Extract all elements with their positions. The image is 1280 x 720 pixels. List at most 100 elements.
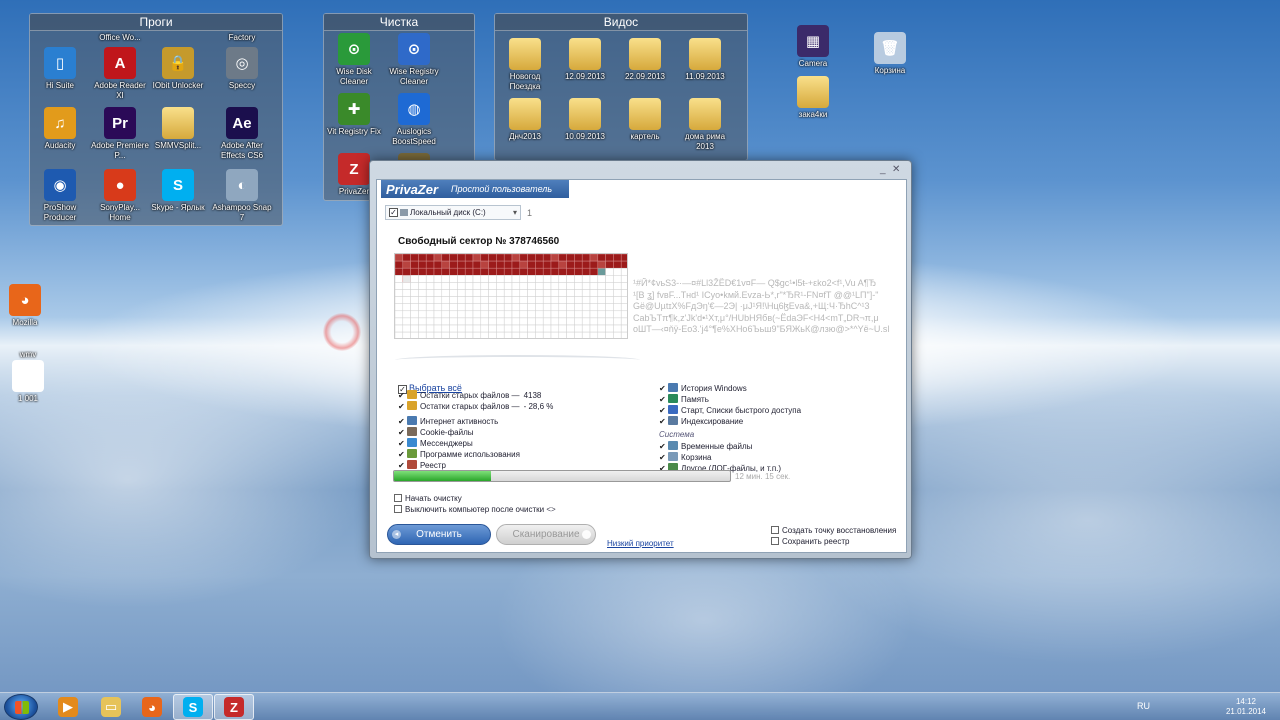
- scan-label: Сканирование: [512, 529, 580, 540]
- desktop-shortcut[interactable]: ◕ Mozilla: [0, 284, 55, 328]
- scan-button[interactable]: Сканирование: [496, 524, 596, 545]
- start-button[interactable]: [4, 694, 38, 720]
- desktop-shortcut[interactable]: wmv ▤ 1 001: [0, 350, 58, 403]
- user-mode-tab[interactable]: Простой пользователь: [451, 184, 552, 194]
- sector-cell: [558, 260, 567, 269]
- sector-cell: [472, 331, 482, 338]
- checkbox-box[interactable]: [771, 526, 779, 534]
- desktop-shortcut[interactable]: 22.09.2013: [615, 38, 675, 82]
- desktop-shortcut[interactable]: ✚ Vit Registry Fix: [324, 93, 384, 137]
- checkbox-box[interactable]: [771, 537, 779, 545]
- desktop-shortcut[interactable]: ● SonyPlay... Home: [90, 169, 150, 222]
- taskbar-explorer[interactable]: ▭: [91, 694, 131, 720]
- chevron-down-icon[interactable]: ▾: [513, 206, 517, 219]
- desktop-shortcut[interactable]: ⊙ Wise Registry Cleaner: [384, 33, 444, 86]
- desktop-shortcut[interactable]: зака4ки: [783, 76, 843, 120]
- taskbar: ▶ ▭ ◕ S Z RU 14:12 21.01.2014: [0, 692, 1280, 720]
- drive-checkbox[interactable]: ✓: [389, 208, 398, 217]
- sector-cell: [519, 324, 528, 333]
- desktop-shortcut[interactable]: ◍ Auslogics BoostSpeed: [384, 93, 444, 146]
- taskbar-media-player[interactable]: ▶: [48, 694, 88, 720]
- clean-option[interactable]: ✔ Память: [659, 394, 709, 405]
- desktop-shortcut[interactable]: ◐ Ashampoo Snap 7: [212, 169, 272, 222]
- check-icon[interactable]: ✔: [398, 416, 407, 427]
- clean-option[interactable]: ✔ Интернет активность: [398, 416, 498, 427]
- check-icon[interactable]: ✔: [398, 438, 407, 449]
- check-icon[interactable]: ✔: [398, 390, 407, 401]
- close-icon[interactable]: ✕: [892, 164, 900, 175]
- desktop-shortcut[interactable]: Ae Adobe After Effects CS6: [212, 107, 272, 160]
- desktop-shortcut[interactable]: Новогод Поездка: [495, 38, 555, 91]
- sector-cell: [542, 254, 552, 262]
- clean-option[interactable]: ✔ Временные файлы: [659, 441, 752, 452]
- drive-select[interactable]: ✓ Локальный диск (C:) ▾: [385, 205, 521, 220]
- desktop-shortcut[interactable]: ▦ Camera: [783, 25, 843, 69]
- shutdown-checkbox[interactable]: Выключить компьютер после очистки <>: [394, 505, 556, 514]
- check-icon[interactable]: ✔: [659, 405, 668, 416]
- start-clean-checkbox[interactable]: Начать очистку: [394, 494, 462, 503]
- desktop-shortcut[interactable]: 🔒 IObit Unlocker: [148, 47, 208, 91]
- desktop-shortcut[interactable]: ◎ Speccy: [212, 47, 272, 91]
- desktop-shortcut[interactable]: Pr Adobe Premiere P...: [90, 107, 150, 160]
- sector-cell: [488, 324, 497, 333]
- sector-cell: [480, 275, 489, 283]
- clean-option[interactable]: ✔ Старт, Списки быстрого доступа: [659, 405, 801, 416]
- sector-cell: [542, 296, 552, 304]
- desktop-shortcut[interactable]: ⊙ Wise Disk Cleaner: [324, 33, 384, 86]
- check-icon[interactable]: ✔: [398, 427, 407, 438]
- desktop-shortcut[interactable]: дома рима 2013: [675, 98, 735, 151]
- desktop-shortcut[interactable]: 🗑 Корзина: [860, 32, 920, 76]
- desktop-shortcut[interactable]: 11.09.2013: [675, 38, 735, 82]
- sector-cell: [550, 317, 560, 326]
- save-registry-checkbox[interactable]: Сохранить реестр: [771, 537, 849, 546]
- desktop-shortcut[interactable]: картель: [615, 98, 675, 142]
- desktop-shortcut[interactable]: 12.09.2013: [555, 38, 615, 82]
- desktop-shortcut[interactable]: ▯ Hi Suite: [30, 47, 90, 91]
- check-icon[interactable]: ✔: [659, 452, 668, 463]
- desktop-shortcut[interactable]: S Skype - Ярлык: [148, 169, 208, 213]
- clean-option[interactable]: ✔ Остатки старых файлов — - 28,6 %: [398, 401, 553, 412]
- taskbar-firefox[interactable]: ◕: [132, 694, 172, 720]
- desktop-shortcut[interactable]: SMMVSplit...: [148, 107, 208, 151]
- check-icon[interactable]: ✔: [659, 383, 668, 394]
- check-icon[interactable]: ✔: [659, 416, 668, 427]
- taskbar-skype[interactable]: S: [173, 694, 213, 720]
- checkbox-box[interactable]: [394, 505, 402, 513]
- category-icon: [407, 390, 417, 399]
- sector-map: [394, 253, 628, 339]
- sector-cell: [558, 303, 567, 312]
- clean-option[interactable]: ✔ Мессенджеры: [398, 438, 473, 449]
- sector-cell: [433, 282, 443, 290]
- check-icon[interactable]: ✔: [398, 401, 407, 412]
- sector-cell: [457, 275, 466, 283]
- restore-point-checkbox[interactable]: Создать точку восстановления: [771, 526, 896, 535]
- privazer-window[interactable]: _ ✕ PrivaZer Простой пользователь ✓ Лока…: [369, 160, 912, 559]
- sector-cell: [472, 324, 482, 333]
- clean-option[interactable]: ✔ Корзина: [659, 452, 711, 463]
- clean-option[interactable]: ✔ История Windows: [659, 383, 747, 394]
- clean-option[interactable]: ✔ Программе использования: [398, 449, 520, 460]
- clean-option[interactable]: ✔ Остатки старых файлов —4138: [398, 390, 541, 401]
- desktop-shortcut[interactable]: ◉ ProShow Producer: [30, 169, 90, 222]
- taskbar-privazer[interactable]: Z: [214, 694, 254, 720]
- desktop-shortcut[interactable]: Factory: [212, 33, 272, 43]
- desktop-shortcut[interactable]: ♫ Audacity: [30, 107, 90, 151]
- low-priority-link[interactable]: Низкий приоритет: [607, 539, 674, 548]
- check-icon[interactable]: ✔: [398, 449, 407, 460]
- shortcut-label: Office Wo...: [99, 33, 141, 42]
- clock[interactable]: 14:12 21.01.2014: [1222, 697, 1270, 717]
- desktop-shortcut[interactable]: A Adobe Reader XI: [90, 47, 150, 100]
- check-icon[interactable]: ✔: [659, 441, 668, 452]
- drive-label: Локальный диск (C:): [410, 208, 486, 217]
- shortcut-label: Корзина: [874, 66, 906, 75]
- language-indicator[interactable]: RU: [1137, 701, 1150, 711]
- cancel-button[interactable]: ◂ Отменить: [387, 524, 491, 545]
- clean-option[interactable]: ✔ Индексирование: [659, 416, 743, 427]
- minimize-icon[interactable]: _: [880, 164, 886, 175]
- desktop-shortcut[interactable]: Днч2013: [495, 98, 555, 142]
- clean-option[interactable]: ✔ Cookie-файлы: [398, 427, 473, 438]
- desktop-shortcut[interactable]: Office Wo...: [90, 33, 150, 43]
- check-icon[interactable]: ✔: [659, 394, 668, 405]
- checkbox-box[interactable]: [394, 494, 402, 502]
- desktop-shortcut[interactable]: 10.09.2013: [555, 98, 615, 142]
